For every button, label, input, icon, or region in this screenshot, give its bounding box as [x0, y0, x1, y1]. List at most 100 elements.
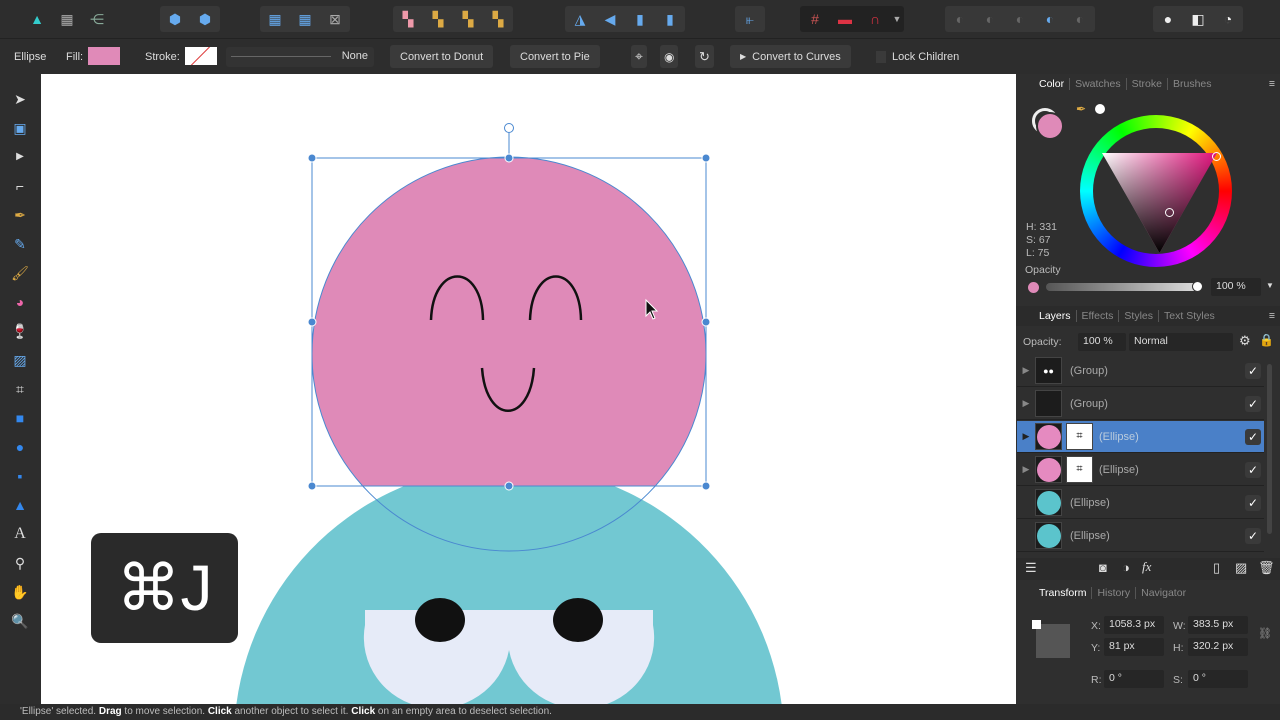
- visibility-checkbox[interactable]: ✓: [1245, 362, 1261, 379]
- rotate-left-icon[interactable]: ▮: [625, 6, 655, 32]
- tab-text-styles[interactable]: Text Styles: [1159, 310, 1220, 322]
- crop-tool-icon[interactable]: ⌗: [11, 380, 29, 398]
- expand-icon[interactable]: ▶: [1017, 398, 1035, 409]
- lock-icon[interactable]: 🔒: [1259, 333, 1274, 347]
- convert-to-curves-button[interactable]: ▶ Convert to Curves: [730, 45, 851, 68]
- duplicate-layer-icon[interactable]: ▨: [1235, 560, 1247, 576]
- layers-menu-icon[interactable]: ≡: [1264, 310, 1280, 322]
- grid2-icon[interactable]: ▦: [290, 6, 320, 32]
- visibility-checkbox[interactable]: ✓: [1245, 395, 1261, 412]
- tab-transform[interactable]: Transform: [1034, 587, 1093, 599]
- fx-icon[interactable]: fx: [1142, 559, 1151, 575]
- tab-history[interactable]: History: [1092, 587, 1137, 599]
- move-tool-icon[interactable]: ➤: [11, 90, 29, 108]
- add-icon[interactable]: ◐: [945, 6, 975, 32]
- export-persona-icon[interactable]: ⋲: [82, 6, 112, 32]
- anchor-selector[interactable]: [1032, 620, 1070, 658]
- layers-scrollbar[interactable]: [1267, 364, 1272, 534]
- layer-row-selected[interactable]: ▶ ⌗ (Ellipse) ✓: [1017, 421, 1264, 453]
- tab-stroke[interactable]: Stroke: [1127, 78, 1168, 90]
- hand-tool-icon[interactable]: ✋: [11, 583, 29, 601]
- add-layer-icon[interactable]: ▯: [1213, 560, 1220, 576]
- pixel-persona-icon[interactable]: ▦: [52, 6, 82, 32]
- move-forward-icon[interactable]: ▚: [453, 6, 483, 32]
- geometry-add-icon[interactable]: ●: [1153, 6, 1183, 32]
- expand-icon[interactable]: ▶: [1017, 365, 1035, 376]
- brush-tool-icon[interactable]: 🖌: [11, 264, 29, 282]
- intersect-icon[interactable]: ◐: [1005, 6, 1035, 32]
- rotation-field[interactable]: 0 °: [1104, 670, 1164, 688]
- transparency-tool-icon[interactable]: 🍷: [11, 322, 29, 340]
- layer-row[interactable]: ▶ (Group) ✓: [1017, 388, 1264, 420]
- rectangle-tool-icon[interactable]: ■: [11, 409, 29, 427]
- snap-dropdown-icon[interactable]: ▼: [890, 6, 904, 32]
- visibility-checkbox[interactable]: ✓: [1245, 461, 1261, 478]
- visibility-checkbox[interactable]: ✓: [1245, 428, 1261, 445]
- blend-mode-select[interactable]: Normal: [1129, 333, 1233, 351]
- convert-to-donut-button[interactable]: Convert to Donut: [390, 45, 494, 68]
- subtract-icon[interactable]: ◐: [975, 6, 1005, 32]
- rounded-rect-tool-icon[interactable]: ▪: [11, 467, 29, 485]
- tab-styles[interactable]: Styles: [1119, 310, 1160, 322]
- x-field[interactable]: 1058.3 px: [1104, 616, 1164, 634]
- divide-icon[interactable]: ◐: [1065, 6, 1095, 32]
- fill-tool-icon[interactable]: ◕: [11, 293, 29, 311]
- stroke-width-slider[interactable]: None: [226, 47, 374, 67]
- node-tool-icon[interactable]: ▶: [11, 148, 29, 166]
- rotate-right-icon[interactable]: ▮: [655, 6, 685, 32]
- xor-icon[interactable]: ◐: [1035, 6, 1065, 32]
- mask-icon[interactable]: ◙: [1099, 560, 1107, 575]
- assistant-icon[interactable]: ⬢: [160, 6, 190, 32]
- layer-row[interactable]: (Ellipse) ✓: [1017, 487, 1264, 519]
- eye-icon[interactable]: ◉: [660, 45, 679, 68]
- fill-color-well[interactable]: [1036, 112, 1064, 140]
- expand-icon[interactable]: ▶: [1017, 431, 1035, 442]
- tab-swatches[interactable]: Swatches: [1070, 78, 1127, 90]
- magnet-icon[interactable]: ∩: [860, 6, 890, 32]
- tab-effects[interactable]: Effects: [1077, 310, 1120, 322]
- opacity-slider[interactable]: [1046, 281, 1203, 292]
- opacity-dropdown-icon[interactable]: ▼: [1266, 281, 1274, 290]
- transform-icon[interactable]: ⊠: [320, 6, 350, 32]
- shear-field[interactable]: 0 °: [1188, 670, 1248, 688]
- align-icon[interactable]: ⫦: [735, 6, 765, 32]
- panel-menu-icon[interactable]: ≡: [1264, 78, 1280, 90]
- grid-icon[interactable]: ▦: [260, 6, 290, 32]
- move-backward-icon[interactable]: ▚: [423, 6, 453, 32]
- layer-row[interactable]: ▶ ●● (Group) ✓: [1017, 355, 1264, 387]
- triangle-tool-icon[interactable]: ▲: [11, 496, 29, 514]
- eyedropper-icon[interactable]: ✒: [1076, 102, 1086, 116]
- lock-children-checkbox[interactable]: Lock Children: [866, 45, 969, 68]
- zoom-tool-icon[interactable]: 🔍: [11, 612, 29, 630]
- color-picker-icon[interactable]: ⚲: [11, 554, 29, 572]
- expand-icon[interactable]: ▶: [1017, 464, 1035, 475]
- move-front-icon[interactable]: ▚: [483, 6, 513, 32]
- geometry-sub-icon[interactable]: ◧: [1183, 6, 1213, 32]
- flip-h-icon[interactable]: ◮: [565, 6, 595, 32]
- stroke-swatch[interactable]: [185, 47, 217, 65]
- canvas[interactable]: ⌘J: [41, 74, 1016, 704]
- geometry-int-icon[interactable]: ◔: [1213, 6, 1243, 32]
- settings-gear-icon[interactable]: ⚙: [1239, 333, 1251, 349]
- rotate-icon[interactable]: ↻: [695, 45, 714, 68]
- convert-to-pie-button[interactable]: Convert to Pie: [510, 45, 600, 68]
- opacity-field[interactable]: 100 %: [1211, 278, 1261, 296]
- white-dot[interactable]: [1095, 104, 1105, 114]
- layers-stack-icon[interactable]: ☰: [1025, 560, 1037, 576]
- corner-tool-icon[interactable]: ⌐: [11, 177, 29, 195]
- pen-tool-icon[interactable]: ✒: [11, 206, 29, 224]
- color-wheel[interactable]: [1080, 115, 1232, 267]
- flip-v-icon[interactable]: ◀: [595, 6, 625, 32]
- artboard-tool-icon[interactable]: ▣: [11, 119, 29, 137]
- crosshair-icon[interactable]: ⌖: [631, 45, 647, 68]
- snapping-icon[interactable]: ⬢: [190, 6, 220, 32]
- text-tool-icon[interactable]: A: [11, 525, 29, 543]
- ellipse-tool-icon[interactable]: ●: [11, 438, 29, 456]
- trash-icon[interactable]: 🗑: [1258, 560, 1275, 576]
- fill-swatch[interactable]: [88, 47, 120, 65]
- snap-icon[interactable]: ▬: [830, 6, 860, 32]
- layer-opacity-field[interactable]: 100 %: [1078, 333, 1126, 351]
- adjustment-icon[interactable]: ◑: [1122, 560, 1130, 575]
- snap-grid-icon[interactable]: #: [800, 6, 830, 32]
- tab-brushes[interactable]: Brushes: [1168, 78, 1217, 90]
